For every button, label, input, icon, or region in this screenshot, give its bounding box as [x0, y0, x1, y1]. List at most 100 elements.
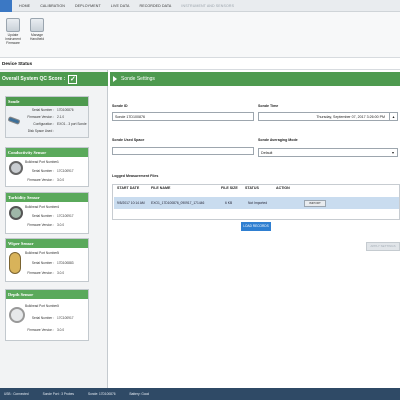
load-records-button[interactable]: LOAD RECORDS — [241, 222, 271, 231]
row-file-size: 6 KB — [225, 201, 233, 205]
turbidity-serial-row: Serial Number :17C100917 — [25, 214, 74, 218]
menu-item-recorded-data[interactable]: RECORDED DATA — [137, 4, 175, 8]
depth-firmware-value: 3.0.0 — [57, 328, 65, 332]
turbidity-sensor-title: Turbidity Sensor — [6, 193, 88, 202]
file-menu-button[interactable] — [0, 0, 12, 12]
depth-firmware-label: Firmware Version : — [27, 328, 54, 332]
row-file-name: EXO1_17D100876_090917_171446 — [151, 201, 205, 205]
update-firmware-button[interactable]: Update Instrument Firmware — [2, 18, 24, 45]
depth-serial-value: 17C100917 — [57, 316, 74, 320]
turbidity-firmware-label: Firmware Version : — [27, 223, 54, 227]
sonde-id-label: Sonde ID — [112, 104, 128, 108]
conductivity-sensor-icon — [9, 161, 23, 175]
chevron-down-icon: ▾ — [391, 150, 394, 155]
device-status-title: Device Status — [0, 58, 400, 70]
logged-files-table: START DATE FILE NAME FILE SIZE STATUS AC… — [112, 184, 400, 220]
sonde-config-row: Configuration : EXO1 - 3 port Sonde — [25, 122, 87, 126]
turbidity-port-value: 4 — [57, 205, 59, 209]
menu-item-live-data[interactable]: LIVE DATA — [108, 4, 133, 8]
qc-score-bar: Overall System QC Score : ✓ — [0, 72, 108, 86]
sonde-card-title: Sonde — [6, 97, 88, 106]
col-file-size[interactable]: FILE SIZE — [221, 186, 238, 190]
conductivity-sensor-card[interactable]: Conductivity Sensor Bulkhead Port Number… — [5, 147, 89, 187]
depth-sensor-title: Depth Sensor — [6, 290, 88, 299]
depth-serial-row: Serial Number :17C100917 — [25, 316, 74, 320]
turbidity-serial-label: Serial Number : — [31, 214, 54, 218]
turbidity-port-row: Bulkhead Port Number :4 — [25, 205, 59, 209]
wiper-serial-label: Serial Number : — [31, 261, 54, 265]
depth-serial-label: Serial Number : — [31, 316, 54, 320]
wiper-firmware-label: Firmware Version : — [27, 271, 54, 275]
conductivity-firmware-row: Firmware Version :3.0.0 — [25, 178, 64, 182]
col-start-date[interactable]: START DATE — [117, 186, 139, 190]
sensor-panel: Overall System QC Score : ✓ Sonde Serial… — [0, 70, 108, 388]
turbidity-port-label: Bulkhead Port Number : — [25, 205, 60, 209]
wiper-port-value: 5 — [57, 251, 59, 255]
qc-check-icon: ✓ — [68, 74, 78, 84]
used-space-progress — [112, 147, 254, 155]
menu-item-home[interactable]: HOME — [16, 4, 33, 8]
menu-item-instrument-and-sensors[interactable]: INSTRUMENT AND SENSORS — [178, 4, 237, 8]
depth-sensor-card[interactable]: Depth Sensor Bulkhead Port Number :0 Ser… — [5, 289, 89, 341]
expand-arrow-icon — [113, 76, 117, 82]
sonde-disk-label: Disk Space Used : — [27, 129, 54, 133]
turbidity-serial-value: 17C100917 — [57, 214, 74, 218]
status-usb: USB : Connected — [4, 392, 29, 396]
update-firmware-label: Update Instrument Firmware — [5, 33, 21, 45]
sonde-icon — [7, 116, 21, 125]
wiper-serial-value: 17D100883 — [57, 261, 74, 265]
import-button[interactable]: IMPORT — [304, 200, 326, 207]
depth-port-label: Bulkhead Port Number : — [25, 304, 60, 308]
sonde-time-label: Sonde Time — [258, 104, 279, 108]
depth-port-value: 0 — [57, 304, 59, 308]
sonde-time-input[interactable]: Thursday, September 07, 2017 3:26:00 PM … — [258, 112, 398, 121]
row-start-date: 9/5/2017 10:14 AM — [117, 201, 145, 205]
apply-settings-button[interactable]: APPLY SETTINGS — [366, 242, 400, 251]
sonde-firmware-row: Firmware Version :2.1.0 — [25, 115, 64, 119]
sonde-serial-label: Serial Number : — [31, 108, 54, 112]
menu-bar: HOME CALIBRATION DEPLOYMENT LIVE DATA RE… — [0, 0, 400, 12]
sonde-serial-row: Serial Number :17D100876 — [25, 108, 74, 112]
qc-score-label: Overall System QC Score : — [2, 76, 66, 82]
turbidity-sensor-icon — [9, 206, 23, 220]
sonde-config-label: Configuration : — [33, 122, 54, 126]
col-file-name[interactable]: FILE NAME — [151, 186, 170, 190]
averaging-mode-select[interactable]: Default ▾ — [258, 148, 398, 157]
depth-firmware-row: Firmware Version :3.0.0 — [25, 328, 64, 332]
sonde-settings-title: Sonde Settings — [121, 76, 155, 82]
table-row[interactable]: 9/5/2017 10:14 AM EXO1_17D100876_090917_… — [114, 197, 399, 209]
menu-item-calibration[interactable]: CALIBRATION — [37, 4, 68, 8]
sonde-settings-header[interactable]: Sonde Settings — [110, 72, 400, 86]
sonde-card[interactable]: Sonde Serial Number :17D100876 Firmware … — [5, 96, 89, 138]
sonde-config-value: EXO1 - 3 port Sonde — [57, 122, 87, 126]
status-bar: USB : Connected Sonde Port : 3 Probes So… — [0, 388, 400, 400]
sonde-id-input[interactable]: Sonde 17D100876 — [112, 112, 254, 121]
conductivity-sensor-title: Conductivity Sensor — [6, 148, 88, 157]
col-action[interactable]: ACTION — [276, 186, 290, 190]
depth-port-row: Bulkhead Port Number :0 — [25, 304, 59, 308]
used-space-label: Sonde Used Space — [112, 138, 145, 142]
status-sonde: Sonde: 17D100876 — [88, 392, 116, 396]
menu-item-deployment[interactable]: DEPLOYMENT — [72, 4, 104, 8]
conductivity-firmware-label: Firmware Version : — [27, 178, 54, 182]
depth-sensor-icon — [9, 307, 25, 323]
conductivity-serial-row: Serial Number :17C100917 — [25, 169, 74, 173]
conductivity-port-row: Bulkhead Port Number :1 — [25, 160, 59, 164]
manage-handheld-button[interactable]: Manage Handheld — [26, 18, 48, 42]
sonde-serial-value: 17D100876 — [57, 108, 74, 112]
col-status[interactable]: STATUS — [245, 186, 259, 190]
wiper-port-label: Bulkhead Port Number : — [25, 251, 60, 255]
row-status: Not Imported — [248, 201, 268, 205]
turbidity-sensor-card[interactable]: Turbidity Sensor Bulkhead Port Number :4… — [5, 192, 89, 234]
status-port: Sonde Port : 3 Probes — [42, 392, 75, 396]
conductivity-serial-label: Serial Number : — [31, 169, 54, 173]
conductivity-port-value: 1 — [57, 160, 59, 164]
turbidity-firmware-row: Firmware Version :3.0.0 — [25, 223, 64, 227]
wiper-serial-row: Serial Number :17D100883 — [25, 261, 74, 265]
averaging-mode-label: Sonde Averaging Mode — [258, 138, 298, 142]
wiper-sensor-card[interactable]: Wiper Sensor Bulkhead Port Number :5 Ser… — [5, 238, 89, 282]
conductivity-port-label: Bulkhead Port Number : — [25, 160, 60, 164]
conductivity-serial-value: 17C100917 — [57, 169, 74, 173]
wiper-sensor-title: Wiper Sensor — [6, 239, 88, 248]
spin-arrows-icon[interactable]: ▴ — [389, 113, 397, 120]
